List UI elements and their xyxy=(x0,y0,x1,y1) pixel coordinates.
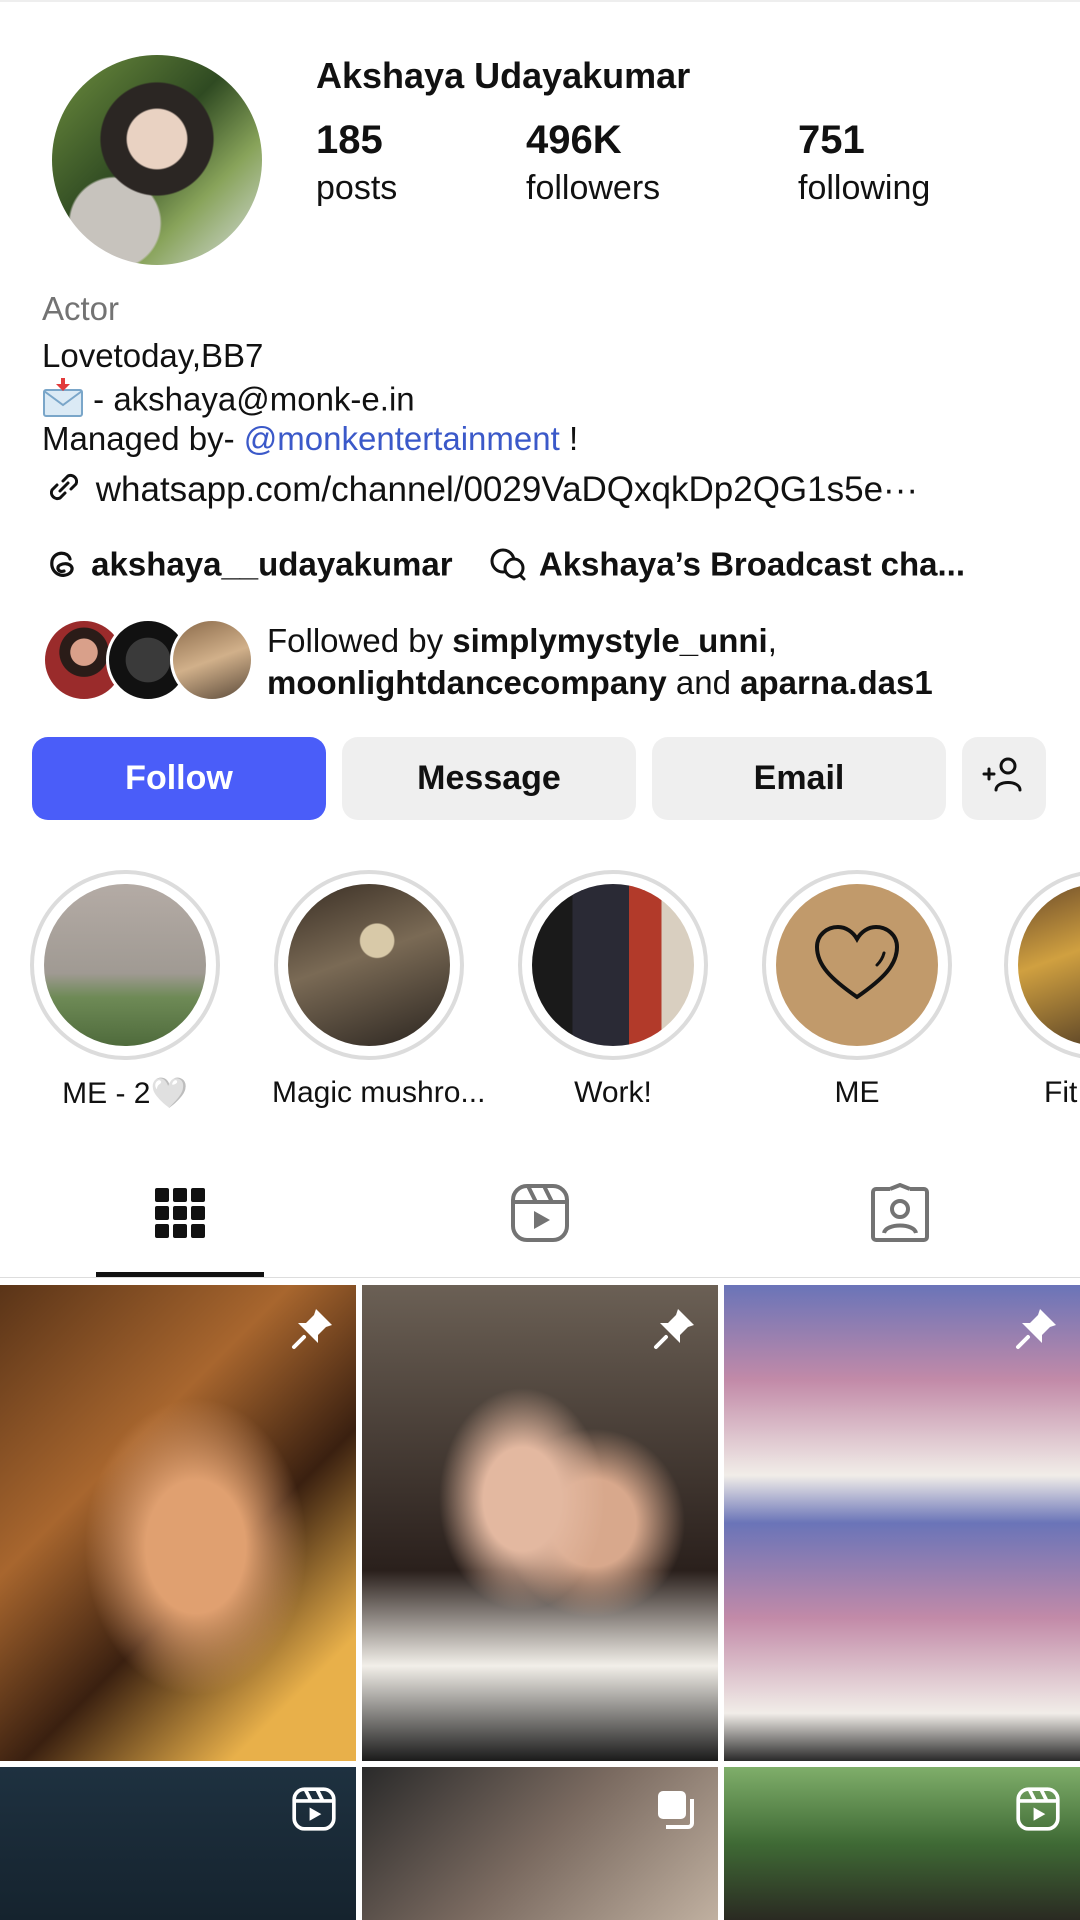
tab-posts-grid[interactable] xyxy=(140,1180,220,1250)
reel-indicator-icon xyxy=(1016,1787,1060,1836)
broadcast-channel-name: Akshaya’s Broadcast cha... xyxy=(538,545,966,583)
profile-category: Actor xyxy=(42,290,120,327)
highlight-cover xyxy=(44,884,206,1046)
pin-icon xyxy=(1014,1305,1060,1356)
mutual-user-1: simplymystyle_unni xyxy=(452,622,768,659)
highlight-item[interactable]: ME xyxy=(760,870,954,1110)
profile-name: Akshaya Udayakumar xyxy=(316,55,691,96)
bio-email[interactable]: - akshaya@monk-e.in xyxy=(84,381,414,418)
post-tile[interactable] xyxy=(724,1767,1080,1920)
grid-icon xyxy=(153,1186,207,1245)
pin-icon xyxy=(652,1305,698,1356)
post-tile[interactable] xyxy=(0,1767,356,1920)
highlight-label: ME xyxy=(834,1076,880,1109)
mutual-user-3: aparna.das1 xyxy=(740,664,933,701)
highlight-ring xyxy=(518,870,708,1060)
managed-mention-link[interactable]: @monkentertainment xyxy=(244,420,560,457)
highlight-cover xyxy=(1018,884,1080,1046)
following-stat[interactable]: 751 following xyxy=(798,118,930,208)
envelope-icon xyxy=(42,378,84,426)
post-tile[interactable] xyxy=(362,1285,718,1761)
highlight-ring xyxy=(762,870,952,1060)
highlight-ring xyxy=(274,870,464,1060)
highlight-item[interactable]: Work! xyxy=(516,870,710,1110)
followed-by-text[interactable]: Followed by simplymystyle_unni, moonligh… xyxy=(267,620,933,704)
posts-count: 185 xyxy=(316,118,383,162)
posts-stat[interactable]: 185 posts xyxy=(316,118,397,208)
bio-email-line: - akshaya@monk-e.in xyxy=(42,378,415,426)
threads-icon xyxy=(42,543,82,591)
mutual-user-2: moonlightdancecompany xyxy=(267,664,667,701)
highlight-item[interactable]: ME - 2🤍 xyxy=(28,870,222,1111)
tab-reels[interactable] xyxy=(500,1180,580,1250)
profile-avatar[interactable] xyxy=(52,55,262,265)
follow-button[interactable]: Follow xyxy=(32,737,326,820)
pin-icon xyxy=(290,1305,336,1356)
mutual-followers-avatars[interactable] xyxy=(42,618,254,702)
highlight-cover xyxy=(532,884,694,1046)
reels-icon xyxy=(510,1183,570,1248)
add-person-icon xyxy=(980,754,1028,803)
followers-label: followers xyxy=(526,169,661,207)
managed-suffix: ! xyxy=(559,420,579,457)
tab-tagged[interactable] xyxy=(860,1180,940,1250)
tagged-icon xyxy=(870,1182,930,1248)
post-tile[interactable] xyxy=(362,1767,718,1920)
followers-count: 496K xyxy=(526,118,622,162)
highlight-label: Magic mushro... xyxy=(272,1076,486,1109)
managed-prefix: Managed by- xyxy=(42,420,244,457)
followed-by-prefix: Followed by xyxy=(267,622,453,659)
bio-managed-line: Managed by- @monkentertainment ! xyxy=(42,420,578,458)
bio-line: Lovetoday,BB7 xyxy=(42,337,264,374)
suggested-users-button[interactable] xyxy=(962,737,1046,820)
highlight-label: ME - 2🤍 xyxy=(62,1077,188,1110)
post-tile[interactable] xyxy=(0,1285,356,1761)
bio-link[interactable]: whatsapp.com/channel/0029VaDQxqkDp2QG1s5… xyxy=(96,470,918,509)
highlight-ring xyxy=(30,870,220,1060)
highlight-cover xyxy=(776,884,938,1046)
post-tile[interactable] xyxy=(724,1285,1080,1761)
followers-stat[interactable]: 496K followers xyxy=(526,118,660,208)
link-icon xyxy=(42,467,86,516)
heart-icon xyxy=(811,921,903,1010)
following-count: 751 xyxy=(798,118,865,162)
carousel-indicator-icon xyxy=(654,1787,698,1836)
mutual-avatar-3 xyxy=(170,618,254,702)
followed-by-and: and xyxy=(666,664,741,701)
message-button[interactable]: Message xyxy=(342,737,636,820)
top-divider xyxy=(0,0,1080,2)
highlight-cover xyxy=(288,884,450,1046)
bio-link-row[interactable]: whatsapp.com/channel/0029VaDQxqkDp2QG1s5… xyxy=(42,467,918,516)
highlight-ring xyxy=(1004,870,1080,1060)
reel-indicator-icon xyxy=(292,1787,336,1836)
threads-handle: akshaya__udayakumar xyxy=(91,545,453,583)
highlight-label: Fit xyxy=(1044,1076,1078,1109)
broadcast-chat-icon xyxy=(487,543,531,591)
threads-row[interactable]: akshaya__udayakumar Akshaya’s Broadcast … xyxy=(42,543,965,591)
highlight-item[interactable]: Fit xyxy=(1004,870,1080,1110)
highlight-item[interactable]: Magic mushro... xyxy=(272,870,486,1110)
following-label: following xyxy=(798,169,931,207)
tabs-divider xyxy=(0,1277,1080,1278)
email-button[interactable]: Email xyxy=(652,737,946,820)
highlight-label: Work! xyxy=(574,1076,652,1109)
followed-by-sep: , xyxy=(767,622,777,659)
posts-label: posts xyxy=(316,169,398,207)
